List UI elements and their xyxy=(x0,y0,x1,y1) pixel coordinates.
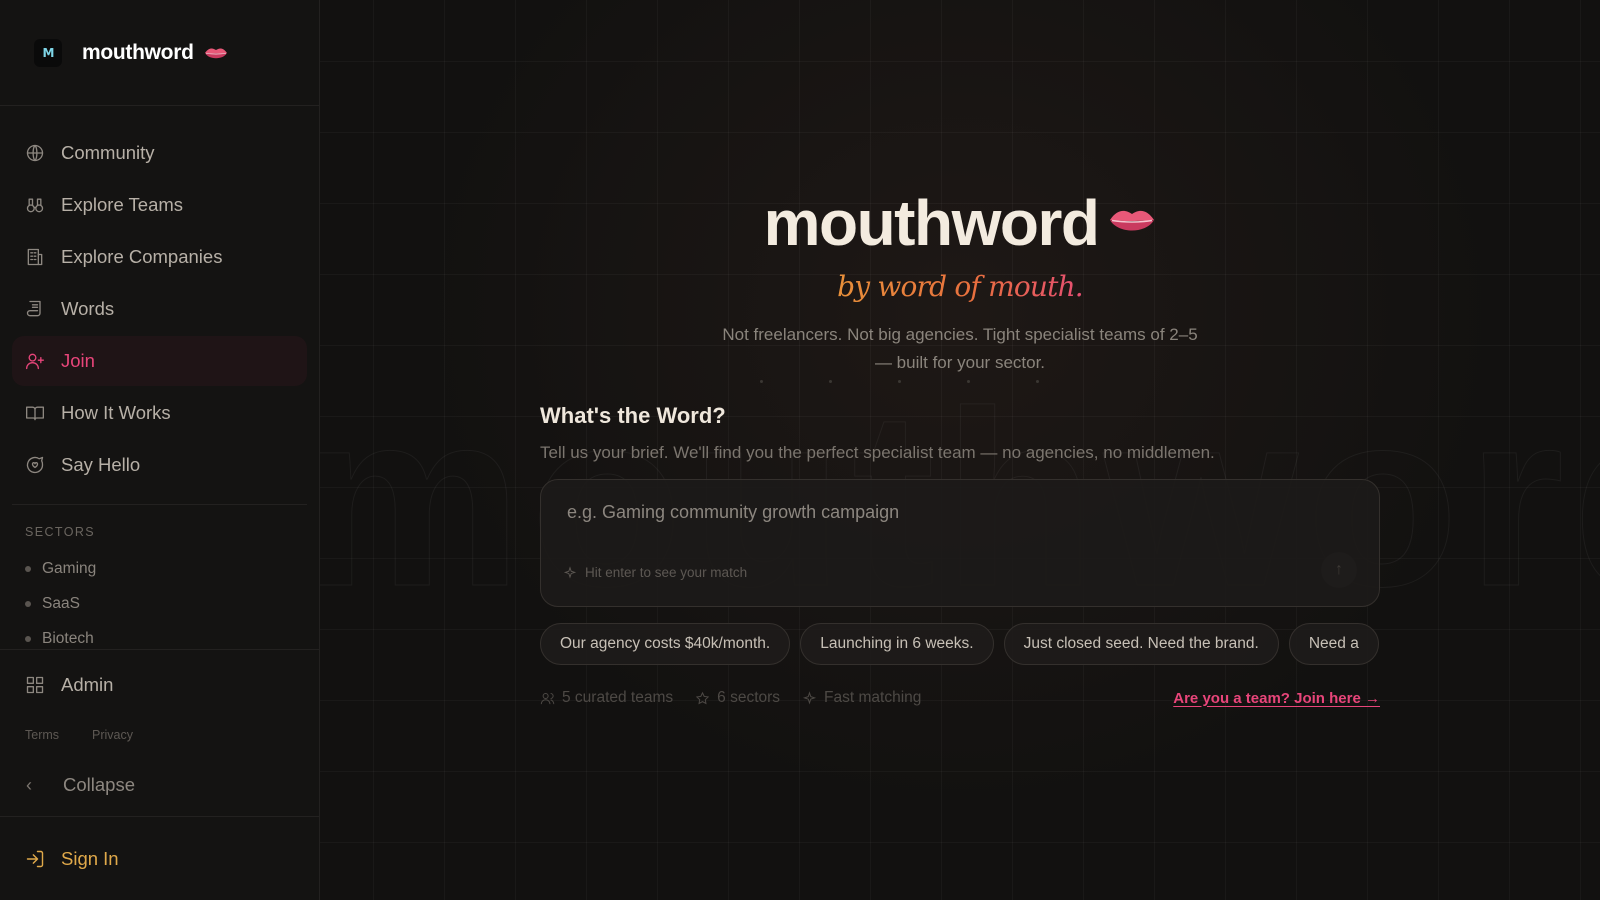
input-hint-text: Hit enter to see your match xyxy=(585,565,748,580)
hero-title: mouthword xyxy=(764,186,1157,260)
sectors-heading: SECTORS xyxy=(25,525,95,539)
hero-tagline: by word of mouth. xyxy=(837,270,1084,303)
hero-section: mouthword by word of mouth. Not freelanc… xyxy=(320,186,1600,377)
main-content: mouthword mouthword by word of mouth. No… xyxy=(320,0,1600,900)
suggestion-chip[interactable]: Launching in 6 weeks. xyxy=(800,623,994,665)
admin-section: Admin Terms Privacy ‹ Collapse xyxy=(0,649,319,810)
meta-sectors: 6 sectors xyxy=(695,689,780,707)
brief-subtitle: Tell us your brief. We'll find you the p… xyxy=(540,443,1215,462)
sectors-list[interactable]: Gaming SaaS Biotech xyxy=(0,539,319,649)
meta-stats: 5 curated teams 6 sectors Fast matching xyxy=(540,689,921,707)
sidebar-item-community[interactable]: Community xyxy=(12,128,307,178)
sidebar-item-label: Admin xyxy=(61,674,114,695)
message-heart-icon xyxy=(24,454,46,476)
collapse-button[interactable]: ‹ Collapse xyxy=(12,760,307,810)
sidebar-nav: Community Explore Teams Explore Companie… xyxy=(0,106,319,490)
star-icon xyxy=(695,691,710,704)
brief-title: What's the Word? xyxy=(540,403,726,428)
suggestion-chip[interactable]: Our agency costs $40k/month. xyxy=(540,623,791,665)
sign-in-icon xyxy=(26,850,44,867)
brand-name: mouthword xyxy=(82,40,194,64)
scroll-icon xyxy=(24,298,46,320)
sector-label: SaaS xyxy=(42,594,80,612)
sidebar-item-label: Words xyxy=(61,298,115,319)
app-root: M mouthword Community Explore Teams Expl… xyxy=(0,0,1600,900)
lips-icon xyxy=(204,47,227,58)
bullet-dot-icon xyxy=(25,635,31,642)
submit-arrow-button[interactable]: ↑ xyxy=(1321,552,1357,588)
meta-teams: 5 curated teams xyxy=(540,689,673,707)
input-hint: Hit enter to see your match xyxy=(563,565,747,580)
sidebar-item-label: Join xyxy=(61,350,95,371)
sidebar-item-explore-companies[interactable]: Explore Companies xyxy=(12,232,307,282)
meta-matching: Fast matching xyxy=(802,689,921,707)
lips-icon xyxy=(1110,210,1155,231)
suggestion-chip[interactable]: Just closed seed. Need the brand. xyxy=(1003,623,1279,665)
terms-link[interactable]: Terms xyxy=(25,728,59,742)
sector-item-saas[interactable]: SaaS xyxy=(0,586,319,621)
brand-header[interactable]: M mouthword xyxy=(0,0,319,106)
sector-label: Biotech xyxy=(42,629,94,647)
meta-row: 5 curated teams 6 sectors Fast matching … xyxy=(540,689,1380,707)
sign-in-button[interactable]: Sign In xyxy=(0,848,119,870)
decorative-dots xyxy=(760,380,1039,383)
join-team-link[interactable]: Are you a team? Join here → xyxy=(1173,690,1380,707)
brief-input[interactable] xyxy=(567,502,1327,523)
user-plus-icon xyxy=(24,350,46,372)
sidebar-item-say-hello[interactable]: Say Hello xyxy=(12,440,307,490)
sign-in-label: Sign In xyxy=(61,847,119,869)
brand-logo-text: M xyxy=(42,45,55,60)
sidebar-item-label: Say Hello xyxy=(61,454,141,475)
meta-matching-text: Fast matching xyxy=(824,689,922,706)
sidebar-item-label: Explore Teams xyxy=(61,194,184,215)
chevron-left-icon: ‹ xyxy=(26,774,32,795)
meta-sectors-text: 6 sectors xyxy=(717,689,781,706)
globe-icon xyxy=(24,142,46,164)
signin-footer: Sign In xyxy=(0,816,319,900)
sidebar-item-label: Explore Companies xyxy=(61,246,223,267)
bullet-dot-icon xyxy=(25,600,31,607)
meta-teams-text: 5 curated teams xyxy=(562,689,674,706)
sector-label: Gaming xyxy=(42,559,97,577)
hero-subtext: Not freelancers. Not big agencies. Tight… xyxy=(722,325,1198,372)
hero-title-text: mouthword xyxy=(763,187,1100,259)
grid-icon xyxy=(24,674,46,696)
suggestion-chip[interactable]: Need a xyxy=(1288,623,1379,665)
sidebar-item-explore-teams[interactable]: Explore Teams xyxy=(12,180,307,230)
arrow-up-icon: ↑ xyxy=(1335,561,1343,578)
brief-section: What's the Word? Tell us your brief. We'… xyxy=(540,403,1380,707)
sidebar-item-words[interactable]: Words xyxy=(12,284,307,334)
sparkle-icon xyxy=(563,565,577,579)
sidebar: M mouthword Community Explore Teams Expl… xyxy=(0,0,320,900)
privacy-link[interactable]: Privacy xyxy=(92,728,133,742)
sector-item-biotech[interactable]: Biotech xyxy=(0,621,319,649)
sidebar-item-label: How It Works xyxy=(61,402,171,423)
brief-input-container: Hit enter to see your match ↑ xyxy=(540,479,1380,607)
sidebar-item-label: Community xyxy=(61,142,155,163)
suggestion-chips: Our agency costs $40k/month. Launching i… xyxy=(540,623,1380,667)
building-icon xyxy=(24,246,46,268)
book-open-icon xyxy=(24,402,46,424)
users-icon xyxy=(540,692,555,704)
binoculars-icon xyxy=(24,194,46,216)
brand-logo: M xyxy=(34,38,62,67)
bullet-dot-icon xyxy=(25,565,31,572)
sidebar-item-admin[interactable]: Admin xyxy=(12,660,307,710)
collapse-label: Collapse xyxy=(63,774,135,795)
sector-item-gaming[interactable]: Gaming xyxy=(0,551,319,586)
sidebar-item-how-it-works[interactable]: How It Works xyxy=(12,388,307,438)
sidebar-item-join[interactable]: Join xyxy=(12,336,307,386)
legal-links: Terms Privacy xyxy=(0,712,319,742)
sparkle-icon xyxy=(802,690,817,704)
